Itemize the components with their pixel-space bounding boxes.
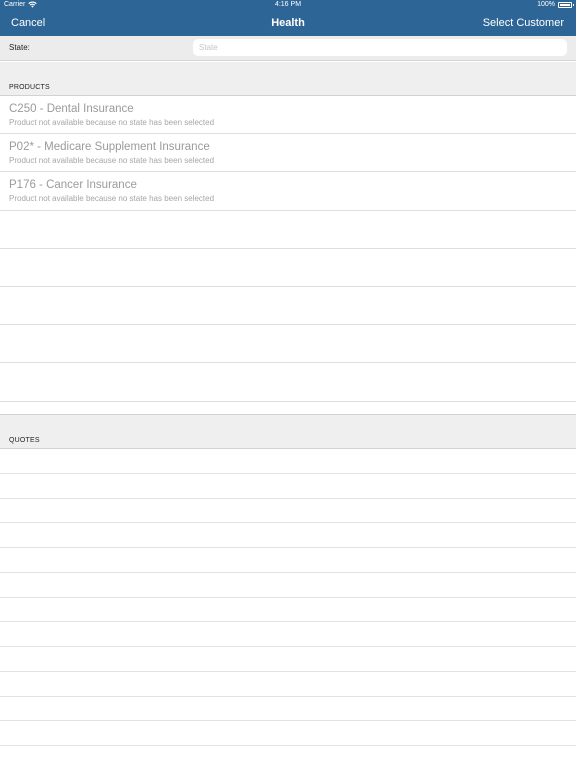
empty-row	[0, 363, 576, 402]
product-item-dental[interactable]: C250 - Dental Insurance Product not avai…	[0, 96, 576, 135]
quote-row	[0, 598, 576, 623]
battery-percent: 100%	[537, 1, 555, 8]
battery-icon	[558, 1, 574, 8]
quotes-header-label: QUOTES	[9, 437, 40, 444]
empty-row	[0, 249, 576, 287]
products-header-label: PRODUCTS	[9, 84, 50, 91]
app-header: Carrier 4:16 PM 100% Cancel Health Selec…	[0, 0, 576, 36]
quote-row	[0, 548, 576, 573]
product-subtitle: Product not available because no state h…	[9, 194, 215, 204]
state-label: State:	[9, 43, 30, 52]
quote-row	[0, 449, 576, 474]
product-item-cancer[interactable]: P176 - Cancer Insurance Product not avai…	[0, 172, 576, 211]
quote-row	[0, 672, 576, 697]
product-title: C250 - Dental Insurance	[9, 103, 134, 115]
quotes-section-header: QUOTES	[0, 414, 576, 449]
state-row: State:	[0, 36, 576, 61]
state-input[interactable]	[193, 39, 567, 56]
status-time: 4:16 PM	[274, 1, 302, 8]
navigation-bar: Cancel Health Select Customer	[0, 12, 576, 36]
cancel-button[interactable]: Cancel	[11, 17, 45, 29]
quote-row	[0, 573, 576, 598]
empty-row	[0, 287, 576, 326]
quote-row	[0, 647, 576, 672]
status-bar: Carrier 4:16 PM 100%	[0, 0, 576, 11]
quote-row	[0, 721, 576, 746]
empty-row	[0, 325, 576, 364]
products-section-header: PRODUCTS	[0, 62, 576, 96]
product-title: P02* - Medicare Supplement Insurance	[9, 141, 210, 154]
product-title: P176 - Cancer Insurance	[9, 179, 137, 192]
quote-row	[0, 622, 576, 647]
quote-row	[0, 697, 576, 722]
product-subtitle: Product not available because no state h…	[9, 118, 215, 127]
page-title: Health	[271, 17, 305, 29]
status-right: 100%	[537, 1, 574, 8]
products-list: C250 - Dental Insurance Product not avai…	[0, 96, 576, 402]
product-subtitle: Product not available because no state h…	[9, 156, 215, 166]
select-customer-button[interactable]: Select Customer	[483, 17, 564, 29]
product-item-medicare[interactable]: P02* - Medicare Supplement Insurance Pro…	[0, 134, 576, 173]
quote-row	[0, 499, 576, 524]
quotes-list	[0, 449, 576, 746]
empty-row	[0, 211, 576, 249]
quote-row	[0, 474, 576, 499]
quote-row	[0, 523, 576, 548]
